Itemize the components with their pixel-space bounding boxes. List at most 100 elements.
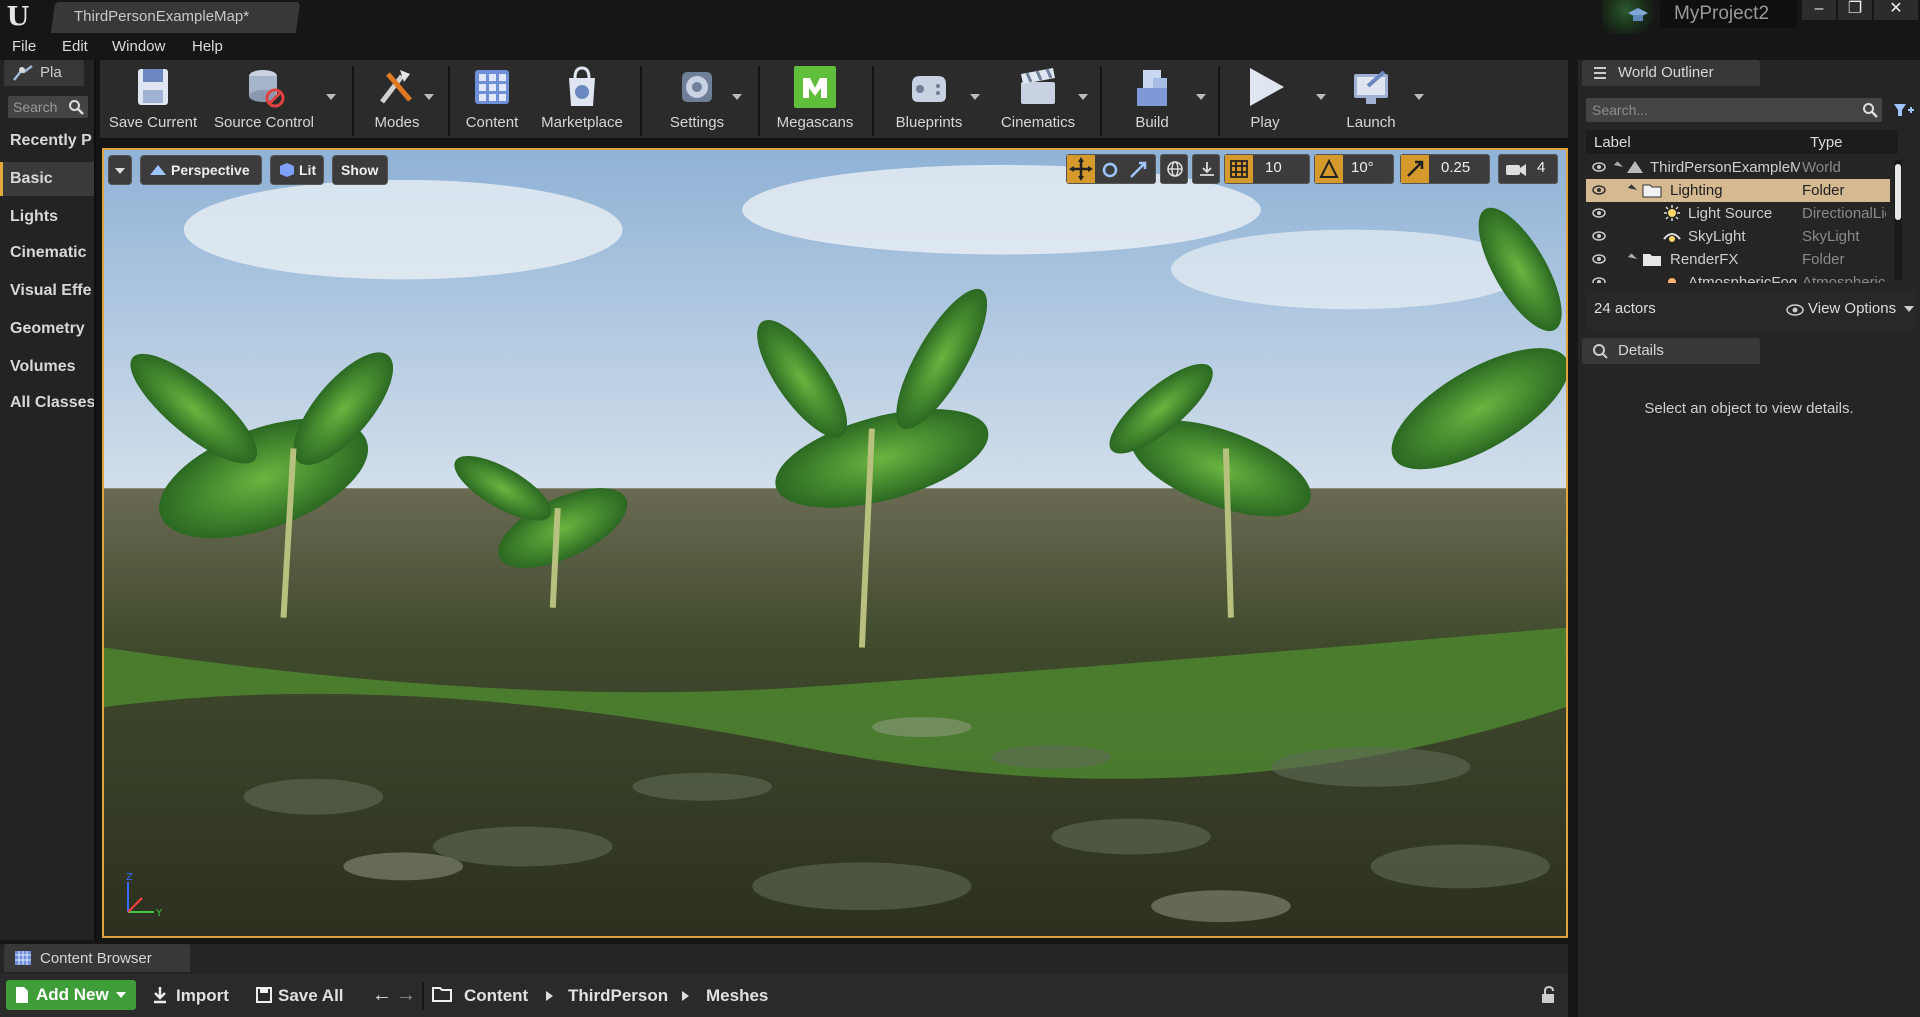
perspective-button[interactable]: Perspective	[140, 155, 262, 185]
breadcrumb-separator-icon[interactable]	[682, 991, 689, 1001]
category-volumes[interactable]: Volumes	[0, 350, 94, 384]
source-control-dropdown-arrow[interactable]	[326, 94, 336, 100]
scale-snap-icon[interactable]	[1401, 155, 1429, 183]
visibility-eye-icon[interactable]	[1592, 277, 1606, 283]
category-recently-placed[interactable]: Recently P	[0, 124, 94, 158]
grid-snap-icon[interactable]	[1225, 155, 1253, 183]
category-geometry[interactable]: Geometry	[0, 312, 94, 346]
scale-tool-icon[interactable]	[1129, 161, 1147, 179]
outliner-row-selected[interactable]: Lighting Folder	[1586, 179, 1890, 202]
outliner-row[interactable]: SkyLight SkyLight	[1586, 225, 1890, 248]
category-lights[interactable]: Lights	[0, 200, 94, 234]
grid-snap-control[interactable]: 10	[1224, 154, 1310, 184]
play-button[interactable]: Play	[1230, 64, 1300, 138]
menu-file[interactable]: File	[12, 38, 36, 55]
import-icon[interactable]	[152, 986, 168, 1004]
build-dropdown-arrow[interactable]	[1196, 94, 1206, 100]
content-button[interactable]: Content	[460, 64, 524, 138]
source-control-button[interactable]: Source Control	[208, 64, 320, 138]
category-all-classes[interactable]: All Classes	[0, 386, 94, 420]
marketplace-button[interactable]: Marketplace	[536, 64, 628, 138]
settings-label: Settings	[669, 114, 725, 131]
breadcrumb-thirdperson[interactable]: ThirdPerson	[568, 986, 668, 1006]
launch-button[interactable]: Launch	[1336, 64, 1406, 138]
category-basic[interactable]: Basic	[0, 162, 94, 196]
cinematics-dropdown-arrow[interactable]	[1078, 94, 1088, 100]
outliner-scrollbar[interactable]	[1894, 160, 1902, 280]
level-viewport[interactable]: Perspective Lit Show 10 10° 0.25 4 Z Y	[102, 148, 1568, 938]
graduation-cap-icon[interactable]	[1627, 6, 1649, 26]
play-dropdown-arrow[interactable]	[1316, 94, 1326, 100]
back-arrow-icon[interactable]: ←	[372, 984, 392, 1007]
scale-snap-control[interactable]: 0.25	[1400, 154, 1490, 184]
lock-icon[interactable]	[1540, 986, 1556, 1004]
save-all-icon[interactable]	[256, 987, 272, 1003]
outliner-row[interactable]: ThirdPersonExampleMap World	[1586, 156, 1890, 179]
content-browser-tab[interactable]: Content Browser	[4, 944, 190, 972]
breadcrumb-content[interactable]: Content	[464, 986, 528, 1006]
visibility-eye-icon[interactable]	[1592, 162, 1606, 172]
translate-tool-icon[interactable]	[1067, 155, 1095, 183]
unreal-logo-icon[interactable]: U	[2, 2, 34, 32]
actor-count: 24 actors	[1594, 300, 1656, 317]
category-visual-effects[interactable]: Visual Effe	[0, 274, 94, 308]
modes-search-input[interactable]: Search	[8, 96, 88, 118]
collapse-arrow-icon[interactable]	[1613, 161, 1624, 171]
settings-button[interactable]: Settings	[652, 64, 742, 138]
details-tab[interactable]: Details	[1582, 338, 1760, 364]
outliner-col-type[interactable]: Type	[1810, 134, 1843, 151]
camera-speed-control[interactable]: 4	[1498, 154, 1558, 184]
show-button[interactable]: Show	[332, 155, 388, 185]
lit-button[interactable]: Lit	[270, 155, 324, 185]
outliner-row[interactable]: Light Source DirectionalLight	[1586, 202, 1890, 225]
visibility-eye-icon[interactable]	[1592, 208, 1606, 218]
minimize-button[interactable]: –	[1802, 0, 1836, 20]
world-outliner-tab[interactable]: World Outliner	[1582, 60, 1760, 86]
visibility-eye-icon[interactable]	[1592, 231, 1606, 241]
view-options-button[interactable]: View Options	[1808, 300, 1896, 317]
outliner-label: Light Source	[1688, 205, 1773, 222]
svg-text:Z: Z	[126, 872, 133, 883]
build-button[interactable]: Build	[1112, 64, 1192, 138]
visibility-eye-icon[interactable]	[1592, 185, 1606, 195]
maximize-button[interactable]: ❐	[1838, 0, 1872, 20]
surface-snapping-toggle[interactable]	[1192, 154, 1220, 184]
viewport-options-button[interactable]	[108, 155, 132, 185]
cinematics-button[interactable]: Cinematics	[990, 64, 1086, 138]
outliner-scrollbar-thumb[interactable]	[1895, 164, 1901, 220]
rotation-snap-control[interactable]: 10°	[1314, 154, 1394, 184]
close-button[interactable]: ✕	[1874, 0, 1918, 20]
megascans-button[interactable]: Megascans	[768, 64, 862, 138]
settings-dropdown-arrow[interactable]	[732, 94, 742, 100]
outliner-col-label[interactable]: Label	[1594, 134, 1631, 151]
collapse-arrow-icon[interactable]	[1627, 253, 1638, 263]
breadcrumb-meshes[interactable]: Meshes	[706, 986, 768, 1006]
visibility-eye-icon[interactable]	[1592, 254, 1606, 264]
menu-edit[interactable]: Edit	[62, 38, 88, 55]
menu-window[interactable]: Window	[112, 38, 165, 55]
collapse-arrow-icon[interactable]	[1627, 184, 1638, 194]
save-all-button[interactable]: Save All	[278, 986, 344, 1006]
outliner-search-input[interactable]: Search...	[1586, 98, 1882, 122]
rotate-tool-icon[interactable]	[1101, 161, 1119, 179]
menu-help[interactable]: Help	[192, 38, 223, 55]
forward-arrow-icon[interactable]: →	[396, 984, 416, 1007]
modes-dropdown-arrow[interactable]	[424, 94, 434, 100]
add-filter-icon[interactable]	[1892, 100, 1914, 120]
modes-button[interactable]: Modes	[362, 64, 432, 138]
breadcrumb-separator-icon[interactable]	[546, 991, 553, 1001]
add-new-button[interactable]: Add New	[6, 980, 136, 1010]
outliner-label: ThirdPersonExampleMap	[1650, 159, 1800, 176]
rotation-snap-icon[interactable]	[1315, 155, 1343, 183]
blueprints-dropdown-arrow[interactable]	[970, 94, 980, 100]
outliner-row[interactable]: RenderFX Folder	[1586, 248, 1890, 271]
outliner-row[interactable]: AtmosphericFog AtmosphericFog	[1586, 271, 1890, 283]
modes-tab[interactable]: Pla	[4, 60, 84, 86]
world-local-toggle[interactable]	[1160, 154, 1188, 184]
blueprints-button[interactable]: Blueprints	[882, 64, 976, 138]
launch-dropdown-arrow[interactable]	[1414, 94, 1424, 100]
view-options-chevron-icon[interactable]	[1904, 306, 1914, 312]
category-cinematic[interactable]: Cinematic	[0, 236, 94, 270]
import-button[interactable]: Import	[176, 986, 229, 1006]
save-current-button[interactable]: Save Current	[108, 64, 198, 138]
